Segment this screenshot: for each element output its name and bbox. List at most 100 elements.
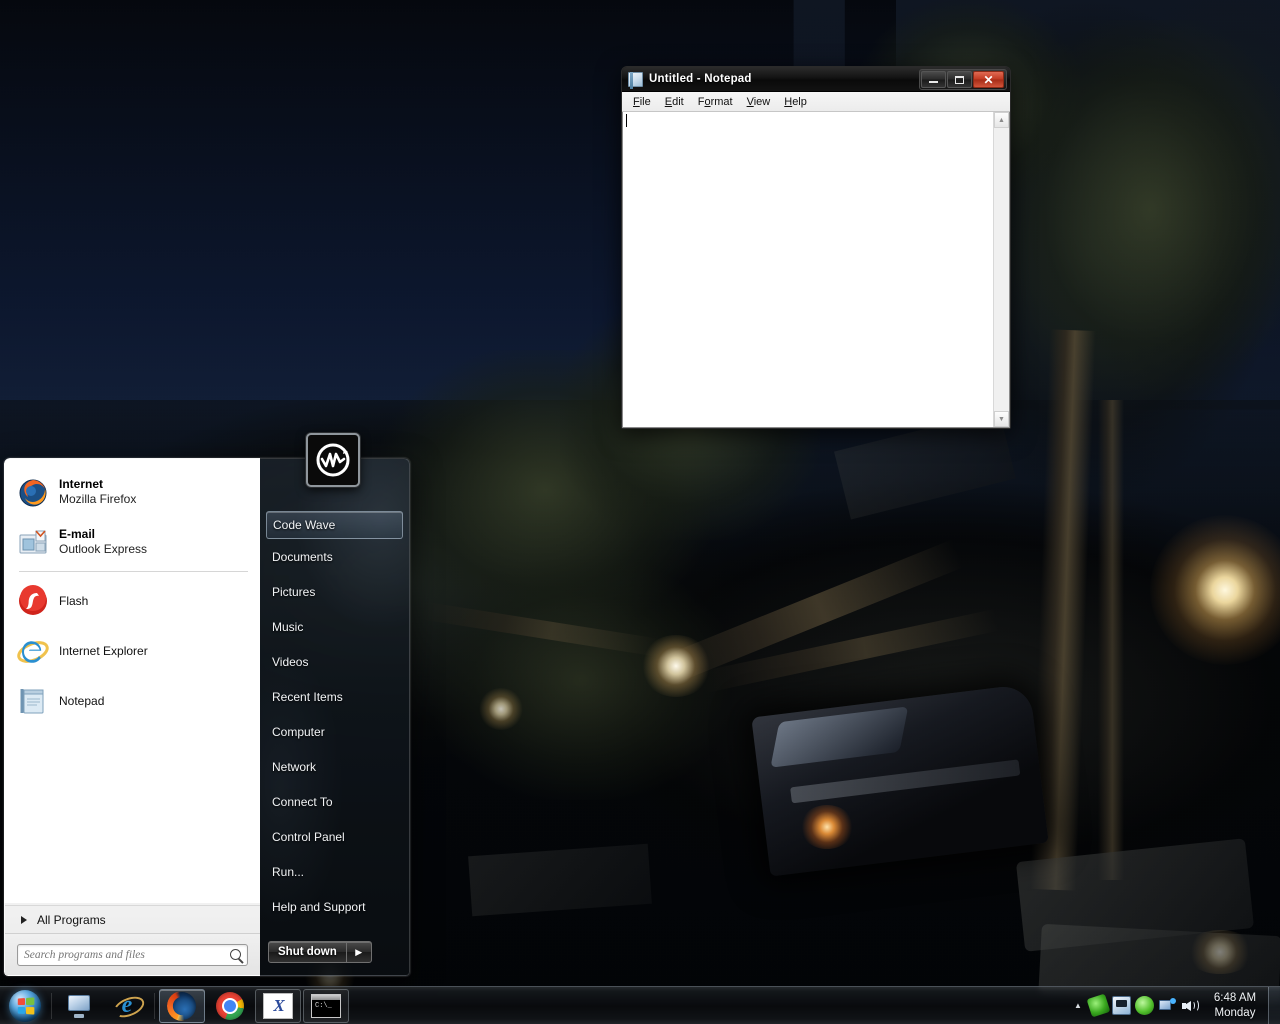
shutdown-area: Shut down ▶	[260, 929, 409, 975]
start-button[interactable]	[2, 988, 48, 1024]
screen-capture-icon[interactable]	[1112, 996, 1131, 1015]
close-button[interactable]: ✕	[973, 71, 1004, 88]
taskbar-show-desktop-icon-button[interactable]	[56, 989, 102, 1023]
notepad-window[interactable]: Untitled - Notepad ✕ File Edit Format Vi…	[621, 66, 1011, 429]
notepad-body: ▲ ▼	[622, 112, 1010, 428]
menu-view[interactable]: View	[740, 94, 778, 110]
item-label: Music	[272, 619, 304, 634]
menu-file[interactable]: File	[626, 94, 658, 110]
network-icon[interactable]	[1158, 996, 1177, 1015]
x-app-icon: X	[263, 992, 293, 1019]
item-label: Run...	[272, 864, 305, 879]
taskbar-command-prompt-button[interactable]: C:\_	[303, 988, 349, 1023]
all-programs-button[interactable]: All Programs	[5, 905, 260, 933]
start-item-flash[interactable]: Flash	[11, 576, 256, 626]
firefox-icon	[17, 476, 49, 508]
notepad-icon	[628, 71, 643, 89]
start-item-internet-explorer[interactable]: Internet Explorer	[11, 626, 256, 676]
start-item-title: E-mail	[59, 527, 96, 541]
notepad-text-area[interactable]	[623, 112, 993, 427]
start-right-item-connect-to[interactable]: Connect To	[260, 784, 409, 819]
start-right-item-documents[interactable]: Documents	[260, 539, 409, 574]
search-input[interactable]	[24, 948, 230, 961]
desktop-screen: Untitled - Notepad ✕ File Edit Format Vi…	[0, 0, 1280, 1024]
chrome-icon	[216, 991, 244, 1020]
all-programs-label: All Programs	[37, 912, 106, 927]
start-item-label: Internet Explorer	[59, 644, 148, 658]
start-right-item-pictures[interactable]: Pictures	[260, 574, 409, 609]
item-label: Network	[272, 759, 317, 774]
show-desktop-button[interactable]	[1268, 986, 1280, 1024]
taskbar-internet-explorer-button[interactable]: e	[104, 989, 150, 1023]
scroll-down-icon[interactable]: ▼	[994, 411, 1009, 427]
item-label: Code Wave	[273, 518, 336, 532]
taskbar-separator	[154, 992, 155, 1019]
show-hidden-icons-button[interactable]: ▲	[1069, 989, 1087, 1023]
clock[interactable]: 6:48 AM Monday	[1202, 991, 1268, 1021]
system-tray: ▲ 6:48 AM Monday	[1069, 986, 1280, 1024]
item-label: Connect To	[272, 794, 333, 809]
start-menu[interactable]: Internet Mozilla Firefox E-mail Outlook …	[4, 458, 410, 976]
taskbar-chrome-button[interactable]	[207, 989, 253, 1023]
scroll-up-icon[interactable]: ▲	[994, 112, 1009, 128]
start-right-item-control-panel[interactable]: Control Panel	[260, 819, 409, 854]
taskbar-x-app-button[interactable]: X	[255, 988, 301, 1023]
taskbar-firefox-button[interactable]	[159, 988, 205, 1023]
start-right-item-network[interactable]: Network	[260, 749, 409, 784]
item-label: Videos	[272, 654, 309, 669]
item-label: Documents	[272, 549, 333, 564]
item-label: Help and Support	[272, 899, 366, 914]
green-status-icon[interactable]	[1086, 993, 1111, 1018]
start-menu-right-panel: Code Wave Documents Pictures Music Video…	[260, 458, 410, 976]
menu-help[interactable]: Help	[777, 94, 814, 110]
search-box[interactable]	[17, 943, 248, 966]
taskbar: e X C:\_ ▲ 6:48 AM Monday	[0, 986, 1280, 1024]
start-menu-program-list: Internet Mozilla Firefox E-mail Outlook …	[5, 459, 260, 905]
notepad-scrollbar[interactable]: ▲ ▼	[993, 112, 1009, 427]
item-label: Pictures	[272, 584, 316, 599]
user-avatar[interactable]	[306, 433, 360, 487]
start-menu-search-area	[5, 933, 260, 975]
notepad-titlebar[interactable]: Untitled - Notepad ✕	[622, 67, 1010, 92]
item-label: Computer	[272, 724, 325, 739]
start-right-item-help-and-support[interactable]: Help and Support	[260, 889, 409, 924]
shutdown-options-arrow-icon[interactable]: ▶	[347, 947, 371, 958]
windows-orb-icon	[9, 989, 41, 1022]
window-controls: ✕	[919, 69, 1007, 90]
clock-day: Monday	[1214, 1006, 1256, 1019]
shutdown-button-group[interactable]: Shut down ▶	[268, 941, 372, 963]
shutdown-button[interactable]: Shut down	[269, 942, 346, 962]
search-icon	[230, 949, 241, 960]
start-right-item-recent-items[interactable]: Recent Items	[260, 679, 409, 714]
start-item-subtitle: Mozilla Firefox	[59, 492, 137, 506]
start-menu-left-panel: Internet Mozilla Firefox E-mail Outlook …	[4, 458, 260, 976]
menu-format[interactable]: Format	[691, 94, 740, 110]
start-right-item-code-wave[interactable]: Code Wave	[266, 511, 403, 539]
outlook-express-icon	[17, 526, 49, 558]
start-item-subtitle: Outlook Express	[59, 542, 148, 556]
show-desktop-icon	[66, 994, 92, 1018]
notepad-title: Untitled - Notepad	[649, 73, 752, 85]
flash-icon	[17, 585, 49, 617]
start-item-label: Flash	[59, 594, 89, 608]
item-label: Recent Items	[272, 689, 343, 704]
start-item-title: Internet	[59, 477, 104, 491]
notepad-icon	[17, 685, 49, 717]
maximize-button[interactable]	[947, 71, 972, 88]
start-item-internet[interactable]: Internet Mozilla Firefox	[11, 467, 256, 517]
firefox-icon	[168, 991, 196, 1020]
start-item-email[interactable]: E-mail Outlook Express	[11, 517, 256, 567]
start-menu-divider	[19, 571, 248, 572]
minimize-button[interactable]	[921, 71, 946, 88]
volume-icon[interactable]	[1181, 996, 1200, 1015]
start-item-notepad[interactable]: Notepad	[11, 676, 256, 726]
start-right-item-music[interactable]: Music	[260, 609, 409, 644]
text-caret	[626, 114, 627, 127]
item-label: Control Panel	[272, 829, 345, 844]
start-right-item-run[interactable]: Run...	[260, 854, 409, 889]
menu-edit[interactable]: Edit	[658, 94, 691, 110]
green-globe-icon[interactable]	[1135, 996, 1154, 1015]
start-right-item-videos[interactable]: Videos	[260, 644, 409, 679]
start-right-item-computer[interactable]: Computer	[260, 714, 409, 749]
internet-explorer-icon: e	[114, 992, 141, 1019]
